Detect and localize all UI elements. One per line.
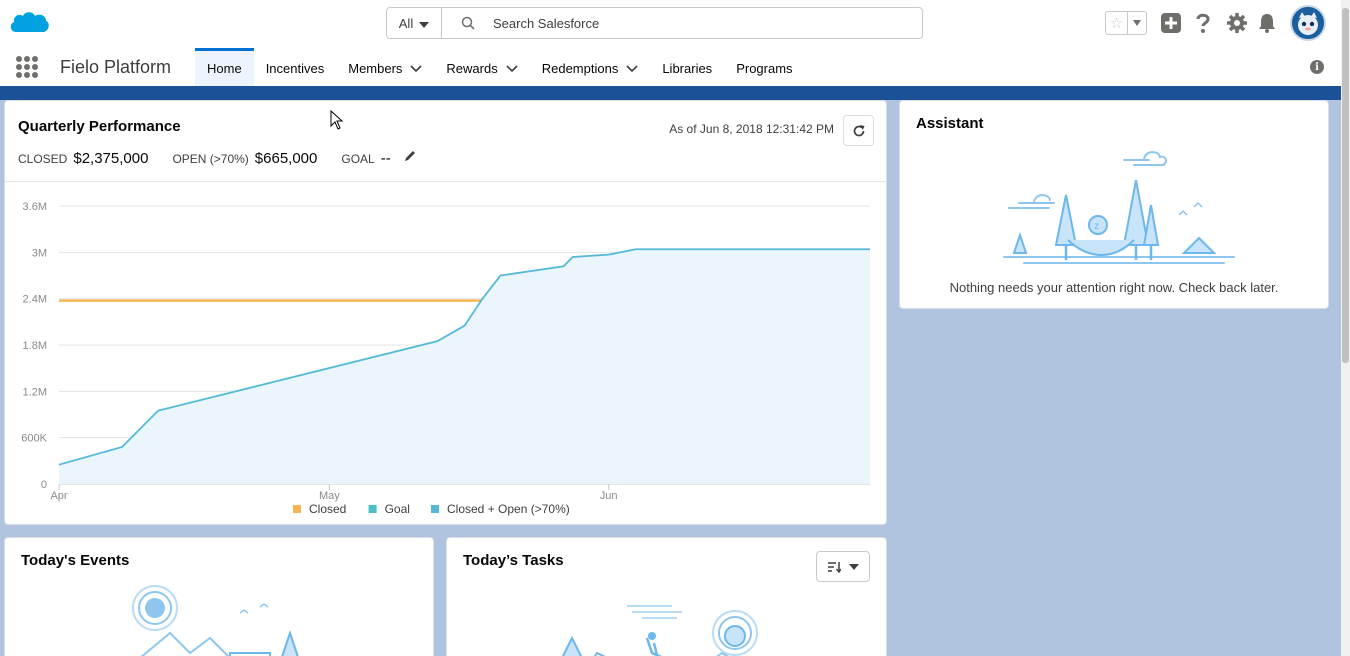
card-title: Assistant xyxy=(916,115,984,132)
setup-button[interactable] xyxy=(1225,11,1249,35)
app-launcher-icon[interactable] xyxy=(16,56,38,78)
relaxing-hammock-illustration: z xyxy=(1003,151,1235,264)
gear-icon xyxy=(1227,13,1247,33)
favorites-group: ☆ xyxy=(1105,11,1147,35)
todays-tasks-card: Today’s Tasks xyxy=(446,537,887,656)
info-icon[interactable]: i xyxy=(1310,60,1324,74)
edit-goal-pencil-icon[interactable] xyxy=(403,149,417,163)
favorites-list-button[interactable] xyxy=(1128,12,1146,34)
astro-avatar-icon xyxy=(1292,7,1324,39)
global-search: All xyxy=(386,7,923,39)
page-scrollbar[interactable] xyxy=(1341,0,1350,656)
as-of-timestamp: As of Jun 8, 2018 12:31:42 PM xyxy=(669,122,834,136)
refresh-button[interactable] xyxy=(843,115,874,146)
salesforce-logo[interactable] xyxy=(8,8,50,38)
tab-rewards[interactable]: Rewards xyxy=(434,48,529,86)
tab-label: Programs xyxy=(736,61,793,76)
series-area-fill xyxy=(59,249,870,484)
svg-text:z: z xyxy=(1094,221,1099,232)
help-button[interactable] xyxy=(1191,11,1215,35)
goal-label: GOAL xyxy=(341,152,375,166)
tab-label: Libraries xyxy=(662,61,713,76)
tasks-empty-illustration xyxy=(561,605,758,656)
card-title: Quarterly Performance xyxy=(18,118,181,135)
legend-label: Closed + Open (>70%) xyxy=(447,502,570,516)
chevron-down-icon[interactable] xyxy=(410,63,422,75)
caret-down-icon xyxy=(1133,20,1141,26)
mouse-pointer-icon xyxy=(330,110,344,130)
app-name: Fielo Platform xyxy=(60,57,172,77)
navigation-bar: Fielo Platform Home Incentives Members R… xyxy=(0,46,1341,86)
scrollbar-thumb[interactable] xyxy=(1342,8,1349,363)
add-icon xyxy=(1161,13,1181,33)
divider xyxy=(5,181,886,182)
search-scope-label: All xyxy=(398,15,414,31)
user-avatar[interactable] xyxy=(1290,5,1326,41)
performance-chart: 0 600K 1.2M 1.8M 2.4M 3M 3.6M Apr May Jun Closed Go… xyxy=(21,201,870,516)
sort-icon xyxy=(828,561,841,573)
legend-label: Closed xyxy=(309,502,346,516)
tab-redemptions[interactable]: Redemptions xyxy=(530,48,651,86)
page-banner xyxy=(0,86,1341,100)
tab-label: Incentives xyxy=(265,61,325,76)
nav-tabs: Home Incentives Members Rewards Redempti… xyxy=(195,48,805,86)
assistant-message: Nothing needs your attention right now. … xyxy=(949,280,1279,295)
y-tick-label: 3.6M xyxy=(23,201,47,213)
card-title: Today’s Tasks xyxy=(463,552,564,569)
tab-home[interactable]: Home xyxy=(195,48,254,86)
tab-label: Rewards xyxy=(446,61,498,76)
tasks-filter-menu-button[interactable] xyxy=(816,551,870,582)
refresh-icon xyxy=(853,124,864,136)
y-tick-label: 0 xyxy=(41,479,47,491)
legend-label: Goal xyxy=(385,502,410,516)
goal-value: -- xyxy=(380,150,391,167)
card-title: Today's Events xyxy=(21,552,130,569)
x-tick-label: Apr xyxy=(50,490,67,502)
closed-value: $2,375,000 xyxy=(73,150,149,167)
caret-down-icon xyxy=(419,21,430,28)
help-icon xyxy=(1196,13,1210,33)
caret-down-icon xyxy=(849,563,859,570)
legend-swatch xyxy=(431,505,439,513)
assistant-card: Assistant z Nothing needs your attention… xyxy=(899,100,1329,309)
tab-label: Redemptions xyxy=(541,61,619,76)
legend-swatch xyxy=(293,505,301,513)
tab-label: Home xyxy=(207,61,242,76)
bell-icon xyxy=(1259,14,1275,33)
y-tick-label: 1.8M xyxy=(23,340,47,352)
quarterly-performance-card: Quarterly Performance CLOSED $2,375,000 … xyxy=(4,100,887,525)
events-empty-illustration xyxy=(132,585,299,656)
tab-incentives[interactable]: Incentives xyxy=(254,48,337,86)
legend-swatch xyxy=(368,505,377,513)
chevron-down-icon[interactable] xyxy=(506,63,518,75)
tab-libraries[interactable]: Libraries xyxy=(650,48,724,86)
performance-stats: CLOSED $2,375,000 OPEN (>70%) $665,000 G… xyxy=(18,149,417,167)
global-header: All ☆ xyxy=(0,0,1341,46)
open-value: $665,000 xyxy=(254,150,318,167)
search-icon xyxy=(461,16,475,30)
y-tick-label: 1.2M xyxy=(23,386,47,398)
search-scope-dropdown[interactable]: All xyxy=(387,8,442,38)
x-tick-label: Jun xyxy=(600,490,618,502)
favorite-star-icon[interactable]: ☆ xyxy=(1106,12,1128,34)
x-tick-label: May xyxy=(319,490,340,502)
todays-events-card: Today's Events xyxy=(4,537,434,656)
open-label: OPEN (>70%) xyxy=(172,152,249,166)
y-tick-label: 2.4M xyxy=(23,294,47,306)
tab-members[interactable]: Members xyxy=(336,48,434,86)
tab-programs[interactable]: Programs xyxy=(724,48,804,86)
search-input[interactable] xyxy=(493,8,913,38)
tab-label: Members xyxy=(348,61,403,76)
closed-label: CLOSED xyxy=(18,152,68,166)
y-tick-label: 3M xyxy=(32,247,47,259)
chevron-down-icon[interactable] xyxy=(626,63,638,75)
global-actions-button[interactable] xyxy=(1159,11,1183,35)
notifications-button[interactable] xyxy=(1255,11,1279,35)
y-tick-label: 600K xyxy=(21,433,47,445)
